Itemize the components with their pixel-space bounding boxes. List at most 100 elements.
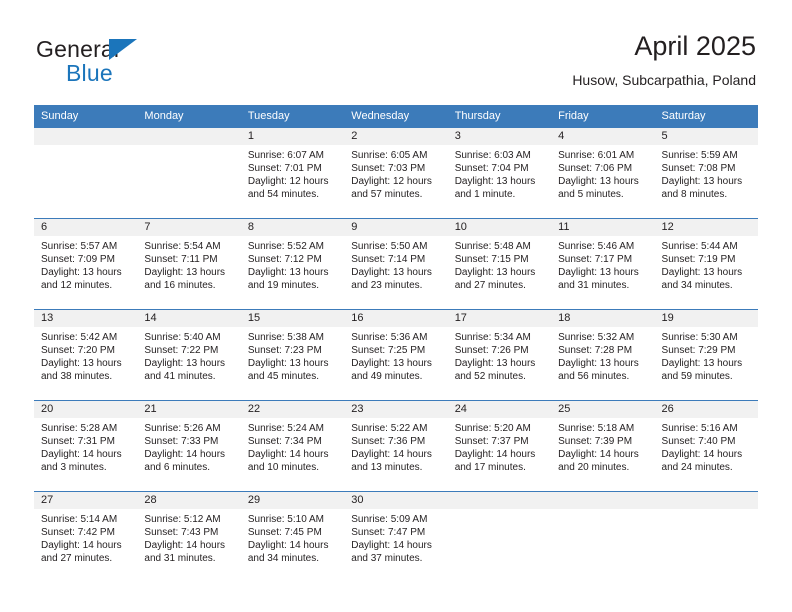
calendar-day-cell[interactable]: 26 Sunrise: 5:16 AM Sunset: 7:40 PM Dayligh… bbox=[655, 401, 758, 491]
daylight-text: Daylight: 14 hours bbox=[41, 449, 122, 460]
sunset-text: Sunset: 7:04 PM bbox=[454, 163, 529, 174]
calendar-day-cell[interactable]: 8 Sunrise: 5:52 AM Sunset: 7:12 PM Daylight… bbox=[241, 219, 344, 309]
day-details: Sunrise: 5:42 AM Sunset: 7:20 PM Daylight:… bbox=[41, 331, 131, 383]
calendar-day-cell[interactable]: 19 Sunrise: 5:30 AM Sunset: 7:29 PM Dayligh… bbox=[655, 310, 758, 400]
calendar-day-cell-empty bbox=[448, 492, 551, 582]
daylight-text-cont: and 5 minutes. bbox=[558, 189, 624, 200]
daylight-text: Daylight: 13 hours bbox=[41, 267, 122, 278]
day-number: 19 bbox=[661, 312, 674, 324]
calendar-day-cell[interactable]: 18 Sunrise: 5:32 AM Sunset: 7:28 PM Dayligh… bbox=[551, 310, 654, 400]
day-details: Sunrise: 6:01 AM Sunset: 7:06 PM Daylight:… bbox=[558, 149, 648, 201]
calendar-day-cell[interactable]: 12 Sunrise: 5:44 AM Sunset: 7:19 PM Dayligh… bbox=[655, 219, 758, 309]
daylight-text: Daylight: 14 hours bbox=[558, 449, 639, 460]
calendar-day-cell[interactable]: 1 Sunrise: 6:07 AM Sunset: 7:01 PM Daylight… bbox=[241, 128, 344, 218]
day-details: Sunrise: 5:48 AM Sunset: 7:15 PM Daylight:… bbox=[455, 240, 545, 292]
daylight-text-cont: and 10 minutes. bbox=[247, 462, 320, 473]
daylight-text-cont: and 34 minutes. bbox=[247, 553, 320, 564]
sunrise-text: Sunrise: 5:44 AM bbox=[661, 241, 738, 252]
sunset-text: Sunset: 7:15 PM bbox=[454, 254, 529, 265]
calendar-day-cell[interactable]: 29 Sunrise: 5:10 AM Sunset: 7:45 PM Dayligh… bbox=[241, 492, 344, 582]
sunrise-text: Sunrise: 5:20 AM bbox=[454, 423, 531, 434]
daylight-text-cont: and 24 minutes. bbox=[661, 462, 733, 473]
day-number: 30 bbox=[351, 494, 364, 506]
sunset-text: Sunset: 7:12 PM bbox=[247, 254, 322, 265]
day-number: 11 bbox=[558, 221, 570, 233]
sunrise-text: Sunrise: 5:14 AM bbox=[41, 514, 118, 525]
calendar-day-cell[interactable]: 17 Sunrise: 5:34 AM Sunset: 7:26 PM Dayligh… bbox=[448, 310, 551, 400]
calendar-day-cell[interactable]: 15 Sunrise: 5:38 AM Sunset: 7:23 PM Dayligh… bbox=[241, 310, 344, 400]
day-number: 13 bbox=[41, 312, 54, 324]
day-details: Sunrise: 5:38 AM Sunset: 7:23 PM Daylight:… bbox=[248, 331, 338, 383]
calendar-grid: Sunday Monday Tuesday Wednesday Thursday… bbox=[34, 105, 758, 582]
day-details: Sunrise: 5:24 AM Sunset: 7:34 PM Daylight:… bbox=[248, 422, 338, 474]
day-details: Sunrise: 6:05 AM Sunset: 7:03 PM Daylight:… bbox=[351, 149, 441, 201]
weekday-thursday: Thursday bbox=[454, 110, 501, 122]
sunrise-text: Sunrise: 5:26 AM bbox=[144, 423, 221, 434]
calendar-day-cell[interactable]: 11 Sunrise: 5:46 AM Sunset: 7:17 PM Dayligh… bbox=[551, 219, 654, 309]
sunset-text: Sunset: 7:26 PM bbox=[454, 345, 529, 356]
calendar-day-cell[interactable]: 9 Sunrise: 5:50 AM Sunset: 7:14 PM Daylight… bbox=[344, 219, 447, 309]
calendar-day-cell[interactable]: 25 Sunrise: 5:18 AM Sunset: 7:39 PM Dayligh… bbox=[551, 401, 654, 491]
sunset-text: Sunset: 7:20 PM bbox=[41, 345, 115, 356]
day-number: 10 bbox=[454, 221, 467, 233]
daylight-text: Daylight: 13 hours bbox=[558, 176, 639, 187]
calendar-day-cell[interactable]: 21 Sunrise: 5:26 AM Sunset: 7:33 PM Dayligh… bbox=[137, 401, 240, 491]
day-number: 4 bbox=[558, 130, 565, 142]
calendar-day-cell[interactable]: 14 Sunrise: 5:40 AM Sunset: 7:22 PM Dayligh… bbox=[137, 310, 240, 400]
calendar-day-cell[interactable]: 3 Sunrise: 6:03 AM Sunset: 7:04 PM Daylight… bbox=[448, 128, 551, 218]
daylight-text: Daylight: 13 hours bbox=[454, 358, 536, 369]
sunrise-text: Sunrise: 6:05 AM bbox=[351, 150, 428, 161]
calendar-day-cell[interactable]: 23 Sunrise: 5:22 AM Sunset: 7:36 PM Dayligh… bbox=[344, 401, 447, 491]
calendar-day-cell[interactable]: 4 Sunrise: 6:01 AM Sunset: 7:06 PM Daylight… bbox=[551, 128, 654, 218]
day-details: Sunrise: 5:50 AM Sunset: 7:14 PM Daylight:… bbox=[351, 240, 441, 292]
weekday-friday: Friday bbox=[558, 110, 589, 122]
sunset-text: Sunset: 7:19 PM bbox=[661, 254, 736, 265]
day-number: 24 bbox=[454, 403, 467, 415]
sunset-text: Sunset: 7:08 PM bbox=[661, 163, 736, 174]
calendar-day-cell[interactable]: 2 Sunrise: 6:05 AM Sunset: 7:03 PM Daylight… bbox=[344, 128, 447, 218]
calendar-day-cell[interactable]: 28 Sunrise: 5:12 AM Sunset: 7:43 PM Dayligh… bbox=[137, 492, 240, 582]
calendar-day-cell[interactable]: 5 Sunrise: 5:59 AM Sunset: 7:08 PM Daylight… bbox=[655, 128, 758, 218]
daylight-text-cont: and 54 minutes. bbox=[247, 189, 320, 200]
sunrise-text: Sunrise: 5:34 AM bbox=[454, 332, 531, 343]
sunrise-text: Sunrise: 6:03 AM bbox=[454, 150, 531, 161]
calendar-day-cell[interactable]: 6 Sunrise: 5:57 AM Sunset: 7:09 PM Daylight… bbox=[34, 219, 137, 309]
day-details: Sunrise: 5:26 AM Sunset: 7:33 PM Daylight:… bbox=[144, 422, 234, 474]
calendar-weeks: 1 Sunrise: 6:07 AM Sunset: 7:01 PM Daylight… bbox=[34, 128, 758, 582]
day-number: 27 bbox=[41, 494, 54, 506]
daylight-text: Daylight: 13 hours bbox=[558, 267, 639, 278]
daylight-text-cont: and 19 minutes. bbox=[247, 280, 320, 291]
calendar-page: General Blue April 2025 Husow, Subcarpat… bbox=[0, 0, 792, 612]
sunset-text: Sunset: 7:47 PM bbox=[351, 527, 426, 538]
calendar-day-cell[interactable]: 7 Sunrise: 5:54 AM Sunset: 7:11 PM Daylight… bbox=[137, 219, 240, 309]
daylight-text: Daylight: 14 hours bbox=[247, 449, 329, 460]
calendar-day-cell[interactable]: 22 Sunrise: 5:24 AM Sunset: 7:34 PM Dayligh… bbox=[241, 401, 344, 491]
calendar-day-cell[interactable]: 27 Sunrise: 5:14 AM Sunset: 7:42 PM Dayligh… bbox=[34, 492, 137, 582]
calendar-day-cell[interactable]: 13 Sunrise: 5:42 AM Sunset: 7:20 PM Dayligh… bbox=[34, 310, 137, 400]
calendar-week-row: 13 Sunrise: 5:42 AM Sunset: 7:20 PM Dayligh… bbox=[34, 309, 758, 400]
sunset-text: Sunset: 7:17 PM bbox=[558, 254, 633, 265]
calendar-day-cell[interactable]: 16 Sunrise: 5:36 AM Sunset: 7:25 PM Dayligh… bbox=[344, 310, 447, 400]
weekday-tuesday: Tuesday bbox=[247, 110, 290, 122]
day-details: Sunrise: 5:14 AM Sunset: 7:42 PM Daylight:… bbox=[41, 513, 131, 565]
calendar-day-cell[interactable]: 10 Sunrise: 5:48 AM Sunset: 7:15 PM Dayligh… bbox=[448, 219, 551, 309]
sunrise-text: Sunrise: 5:38 AM bbox=[247, 332, 324, 343]
calendar-day-cell[interactable]: 24 Sunrise: 5:20 AM Sunset: 7:37 PM Dayligh… bbox=[448, 401, 551, 491]
day-details: Sunrise: 5:54 AM Sunset: 7:11 PM Daylight:… bbox=[144, 240, 234, 292]
sunrise-text: Sunrise: 5:16 AM bbox=[661, 423, 738, 434]
sunset-text: Sunset: 7:40 PM bbox=[661, 436, 736, 447]
calendar-day-cell[interactable]: 20 Sunrise: 5:28 AM Sunset: 7:31 PM Dayligh… bbox=[34, 401, 137, 491]
daylight-text-cont: and 34 minutes. bbox=[661, 280, 733, 291]
daylight-text-cont: and 13 minutes. bbox=[351, 462, 423, 473]
sunrise-text: Sunrise: 5:48 AM bbox=[454, 241, 531, 252]
day-number: 14 bbox=[144, 312, 157, 324]
daylight-text-cont: and 8 minutes. bbox=[661, 189, 728, 200]
calendar-day-cell[interactable]: 30 Sunrise: 5:09 AM Sunset: 7:47 PM Dayligh… bbox=[344, 492, 447, 582]
daylight-text: Daylight: 14 hours bbox=[41, 540, 122, 551]
daylight-text-cont: and 31 minutes. bbox=[558, 280, 630, 291]
brand-name-bottom: Blue bbox=[66, 60, 113, 86]
day-number: 5 bbox=[661, 130, 668, 142]
daylight-text: Daylight: 14 hours bbox=[454, 449, 536, 460]
daylight-text-cont: and 20 minutes. bbox=[558, 462, 630, 473]
sunrise-text: Sunrise: 6:01 AM bbox=[558, 150, 635, 161]
